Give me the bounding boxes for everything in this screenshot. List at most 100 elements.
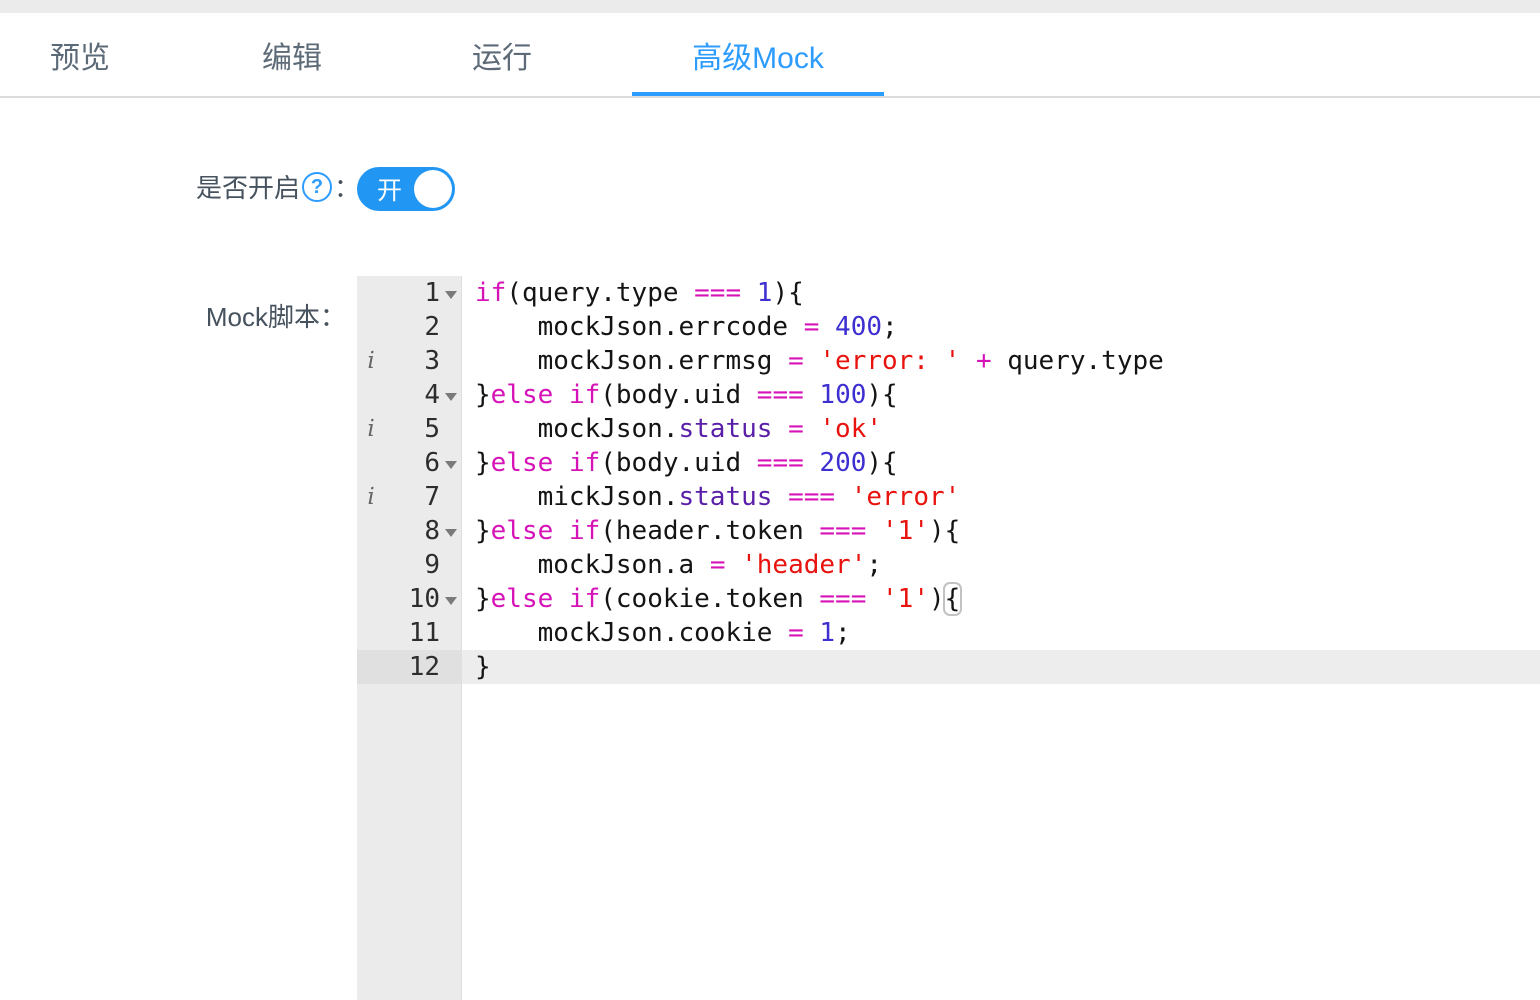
fold-arrow-icon (445, 461, 457, 469)
token-k: if (569, 448, 600, 478)
fold-toggle[interactable] (440, 582, 462, 616)
fold-spacer (440, 616, 462, 650)
token-p: (cookie.token (600, 584, 819, 614)
code-text[interactable]: }else if(cookie.token === '1'){ (462, 582, 1540, 616)
help-question-icon[interactable]: ? (302, 172, 332, 202)
token-o: = (788, 618, 804, 648)
line-number[interactable]: 10 (385, 582, 440, 616)
code-text[interactable]: }else if(header.token === '1'){ (462, 514, 1540, 548)
lint-spacer (357, 582, 385, 616)
token-o: = (804, 312, 820, 342)
token-k: else (491, 516, 554, 546)
code-line[interactable]: 4 }else if(body.uid === 100){ (357, 378, 1540, 412)
tab-preview[interactable]: 预览 (16, 13, 144, 96)
token-n: 100 (819, 380, 866, 410)
code-line[interactable]: 6 }else if(body.uid === 200){ (357, 446, 1540, 480)
token-n: 400 (835, 312, 882, 342)
line-number[interactable]: 1 (385, 276, 440, 310)
line-number[interactable]: 11 (385, 616, 440, 650)
token-p (553, 448, 569, 478)
code-line[interactable]: i7 mickJson.status === 'error' (357, 480, 1540, 514)
line-number[interactable]: 2 (385, 310, 440, 344)
lint-info-icon[interactable]: i (357, 480, 385, 514)
token-p: } (475, 380, 491, 410)
gutter-cell: 11 (357, 616, 462, 650)
token-k: if (569, 584, 600, 614)
code-line[interactable]: 12} (357, 650, 1540, 684)
code-line[interactable]: 9 mockJson.a = 'header'; (357, 548, 1540, 582)
token-k: if (569, 380, 600, 410)
enable-mock-toggle[interactable]: 开 (357, 167, 455, 211)
fold-arrow-icon (445, 393, 457, 401)
token-o: = (788, 414, 804, 444)
token-o: === (757, 380, 804, 410)
code-text[interactable]: if(query.type === 1){ (462, 276, 1540, 310)
token-o: === (694, 278, 741, 308)
line-number[interactable]: 6 (385, 446, 440, 480)
code-line[interactable]: i3 mockJson.errmsg = 'error: ' + query.t… (357, 344, 1540, 378)
toggle-knob[interactable] (414, 170, 452, 208)
lint-spacer (357, 310, 385, 344)
fold-toggle[interactable] (440, 378, 462, 412)
top-gray-strip (0, 0, 1540, 13)
code-line[interactable]: 1 if(query.type === 1){ (357, 276, 1540, 310)
gutter-cell: 2 (357, 310, 462, 344)
token-p (553, 516, 569, 546)
lint-info-icon[interactable]: i (357, 412, 385, 446)
token-p (772, 482, 788, 512)
token-o: === (757, 448, 804, 478)
lint-spacer (357, 276, 385, 310)
fold-spacer (440, 548, 462, 582)
code-text[interactable]: mockJson.a = 'header'; (462, 548, 1540, 582)
token-p: } (475, 584, 491, 614)
token-p (835, 482, 851, 512)
code-text[interactable]: }else if(body.uid === 200){ (462, 446, 1540, 480)
token-b: status (679, 482, 773, 512)
code-line[interactable]: 10 }else if(cookie.token === '1'){ (357, 582, 1540, 616)
token-p (804, 618, 820, 648)
fold-toggle[interactable] (440, 446, 462, 480)
token-p (553, 584, 569, 614)
line-number[interactable]: 9 (385, 548, 440, 582)
token-p: } (475, 652, 491, 682)
token-n: 1 (819, 618, 835, 648)
tab-edit[interactable]: 编辑 (228, 13, 356, 96)
token-p: query.type (992, 346, 1164, 376)
code-text[interactable]: mockJson.status = 'ok' (462, 412, 1540, 446)
code-line[interactable]: i5 mockJson.status = 'ok' (357, 412, 1540, 446)
code-text[interactable]: }else if(body.uid === 100){ (462, 378, 1540, 412)
token-k: if (569, 516, 600, 546)
token-p: ){ (929, 516, 960, 546)
fold-arrow-icon (445, 529, 457, 537)
code-line[interactable]: 8 }else if(header.token === '1'){ (357, 514, 1540, 548)
token-o: === (819, 584, 866, 614)
line-number[interactable]: 12 (385, 650, 440, 684)
token-p: ){ (866, 448, 897, 478)
lint-info-icon[interactable]: i (357, 344, 385, 378)
token-p: (query.type (506, 278, 694, 308)
code-line[interactable]: 2 mockJson.errcode = 400; (357, 310, 1540, 344)
token-p (866, 584, 882, 614)
code-text[interactable]: mickJson.status === 'error' (462, 480, 1540, 514)
code-text[interactable]: } (462, 650, 1540, 684)
tab-advanced-mock[interactable]: 高级Mock (632, 13, 884, 96)
tab-run[interactable]: 运行 (438, 13, 566, 96)
code-text[interactable]: mockJson.errcode = 400; (462, 310, 1540, 344)
code-text[interactable]: mockJson.errmsg = 'error: ' + query.type (462, 344, 1540, 378)
fold-toggle[interactable] (440, 514, 462, 548)
line-number[interactable]: 7 (385, 480, 440, 514)
mock-script-editor[interactable]: 1if(query.type === 1){2 mockJson.errcode… (357, 276, 1540, 1000)
token-p: ){ (772, 278, 803, 308)
line-number[interactable]: 3 (385, 344, 440, 378)
code-text[interactable]: mockJson.cookie = 1; (462, 616, 1540, 650)
token-p: mockJson.cookie (475, 618, 788, 648)
line-number[interactable]: 8 (385, 514, 440, 548)
fold-spacer (440, 412, 462, 446)
code-line[interactable]: 11 mockJson.cookie = 1; (357, 616, 1540, 650)
line-number[interactable]: 4 (385, 378, 440, 412)
token-k: else (491, 380, 554, 410)
line-number[interactable]: 5 (385, 412, 440, 446)
lint-spacer (357, 378, 385, 412)
fold-toggle[interactable] (440, 276, 462, 310)
token-n: 200 (819, 448, 866, 478)
